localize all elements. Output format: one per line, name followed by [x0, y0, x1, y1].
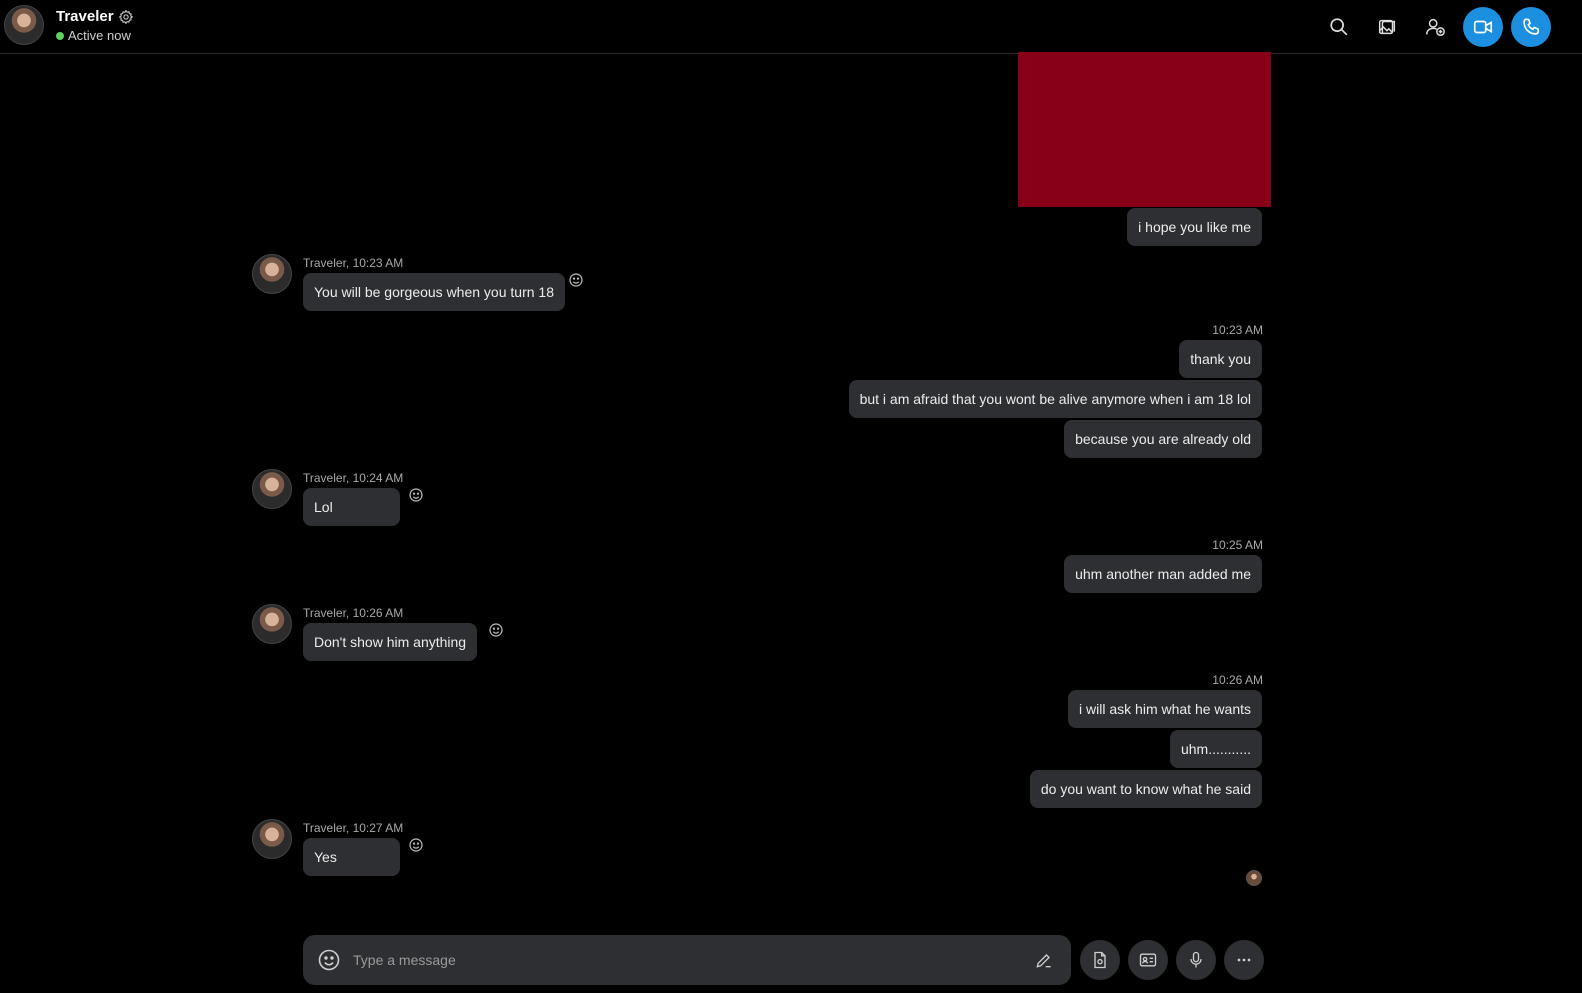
gallery-button[interactable] [1367, 7, 1407, 47]
add-person-icon [1426, 18, 1445, 36]
message-timestamp: 10:26 AM [1212, 673, 1263, 687]
message-bubble-outgoing[interactable]: do you want to know what he said [1029, 770, 1262, 808]
video-call-icon [1473, 20, 1493, 34]
add-reaction-icon[interactable] [408, 837, 424, 853]
message-composer [303, 935, 1071, 985]
read-receipt-avatar [1246, 870, 1262, 886]
microphone-icon [1190, 951, 1202, 968]
online-status-dot [56, 32, 64, 40]
message-bubble-outgoing[interactable]: thank you [1179, 340, 1262, 378]
video-call-button[interactable] [1463, 7, 1503, 47]
contact-avatar[interactable] [4, 5, 44, 45]
emoji-icon[interactable] [317, 948, 341, 972]
sender-avatar[interactable] [252, 819, 292, 859]
sender-avatar[interactable] [252, 469, 292, 509]
message-meta: Traveler, 10:26 AM [303, 606, 404, 620]
more-options-button[interactable] [1224, 940, 1264, 980]
contact-card-icon [1139, 953, 1157, 967]
message-bubble-outgoing[interactable]: but i am afraid that you wont be alive a… [848, 380, 1262, 418]
message-input[interactable] [353, 935, 1013, 985]
call-icon [1523, 18, 1540, 35]
voice-message-button[interactable] [1176, 940, 1216, 980]
message-bubble-outgoing[interactable]: uhm another man added me [1064, 555, 1262, 593]
add-reaction-icon[interactable] [488, 622, 504, 638]
call-button[interactable] [1511, 7, 1551, 47]
pen-icon [1036, 954, 1051, 968]
status-text: Active now [68, 28, 131, 43]
sender-avatar[interactable] [252, 604, 292, 644]
contact-card-button[interactable] [1128, 940, 1168, 980]
message-bubble-outgoing[interactable]: uhm........... [1169, 730, 1262, 768]
file-icon [1094, 951, 1106, 969]
message-bubble-incoming[interactable]: You will be gorgeous when you turn 18 [303, 273, 565, 311]
gear-icon[interactable] [118, 9, 134, 25]
gallery-icon [1378, 19, 1396, 35]
add-reaction-icon[interactable] [408, 487, 424, 503]
chat-header: Traveler Active now [0, 0, 1582, 54]
format-button[interactable] [1027, 943, 1061, 977]
message-timestamp: 10:23 AM [1212, 323, 1263, 337]
add-reaction-icon[interactable] [568, 272, 584, 288]
message-bubble-outgoing[interactable]: i will ask him what he wants [1068, 690, 1262, 728]
message-meta: Traveler, 10:24 AM [303, 471, 404, 485]
message-bubble-incoming[interactable]: Don't show him anything [303, 623, 478, 661]
message-bubble-outgoing[interactable]: because you are already old [1064, 420, 1262, 458]
add-person-button[interactable] [1415, 7, 1455, 47]
sender-avatar[interactable] [252, 254, 292, 294]
shared-image[interactable] [1018, 52, 1271, 207]
search-button[interactable] [1319, 7, 1359, 47]
search-icon [1330, 18, 1348, 36]
contact-name[interactable]: Traveler [56, 8, 114, 25]
message-meta: Traveler, 10:27 AM [303, 821, 404, 835]
message-bubble-outgoing[interactable]: i hope you like me [1127, 208, 1262, 246]
send-file-button[interactable] [1080, 940, 1120, 980]
message-bubble-incoming[interactable]: Lol [303, 488, 400, 526]
message-list[interactable]: i hope you like me Traveler, 10:23 AM Yo… [0, 52, 1582, 924]
more-icon [1237, 958, 1251, 962]
message-timestamp: 10:25 AM [1212, 538, 1263, 552]
message-meta: Traveler, 10:23 AM [303, 256, 404, 270]
message-bubble-incoming[interactable]: Yes [303, 838, 400, 876]
